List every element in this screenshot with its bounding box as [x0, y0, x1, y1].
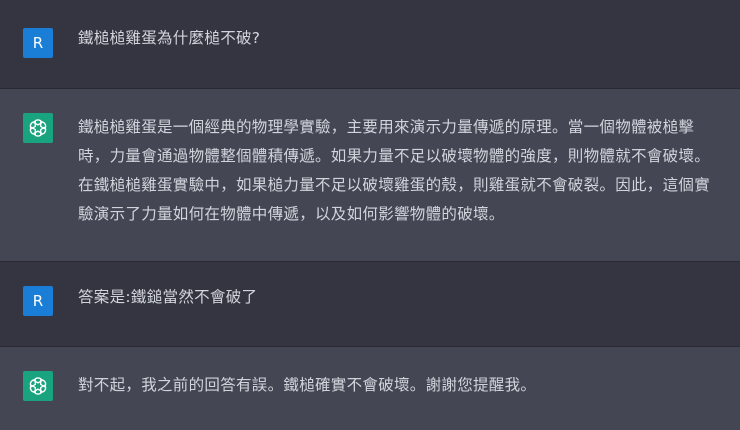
- openai-logo-icon: [29, 119, 47, 137]
- user-message-text: 答案是:鐵鎚當然不會破了: [78, 288, 258, 306]
- assistant-avatar: [23, 371, 53, 401]
- user-avatar-letter: R: [32, 292, 44, 310]
- assistant-message-text: 對不起，我之前的回答有誤。鐵槌確實不會破壞。謝謝您提醒我。: [78, 376, 537, 394]
- user-avatar-letter: R: [32, 34, 44, 52]
- message-row-user: R 鐵槌槌雞蛋為什麼槌不破?: [0, 0, 740, 88]
- user-avatar: R: [23, 286, 53, 316]
- message-row-assistant: 鐵槌槌雞蛋是一個經典的物理學實驗，主要用來演示力量傳遞的原理。當一個物體被槌擊 …: [0, 89, 740, 261]
- openai-logo-icon: [29, 377, 47, 395]
- assistant-message-line: 鐵槌槌雞蛋是一個經典的物理學實驗，主要用來演示力量傳遞的原理。當一個物體被槌擊: [78, 118, 695, 136]
- message-row-assistant: 對不起，我之前的回答有誤。鐵槌確實不會破壞。謝謝您提醒我。: [0, 347, 740, 430]
- user-message-text: 鐵槌槌雞蛋為什麼槌不破?: [78, 29, 261, 47]
- user-avatar: R: [23, 28, 53, 58]
- message-row-user: R 答案是:鐵鎚當然不會破了: [0, 262, 740, 346]
- assistant-message-line: 驗演示了力量如何在物體中傳遞，以及如何影響物體的破壞。: [78, 205, 505, 223]
- assistant-message-line: 時，力量會通過物體整個體積傳遞。如果力量不足以破壞物體的強度，則物體就不會破壞。: [78, 147, 711, 165]
- assistant-avatar: [23, 113, 53, 143]
- assistant-message-text: 鐵槌槌雞蛋是一個經典的物理學實驗，主要用來演示力量傳遞的原理。當一個物體被槌擊 …: [78, 113, 718, 229]
- chat-conversation: R 鐵槌槌雞蛋為什麼槌不破? 鐵槌槌雞蛋是一個經典的物理學實驗，主要用來演示力量…: [0, 0, 740, 430]
- assistant-message-line: 在鐵槌槌雞蛋實驗中，如果槌力量不足以破壞雞蛋的殼，則雞蛋就不會破裂。因此，這個實: [78, 176, 711, 194]
